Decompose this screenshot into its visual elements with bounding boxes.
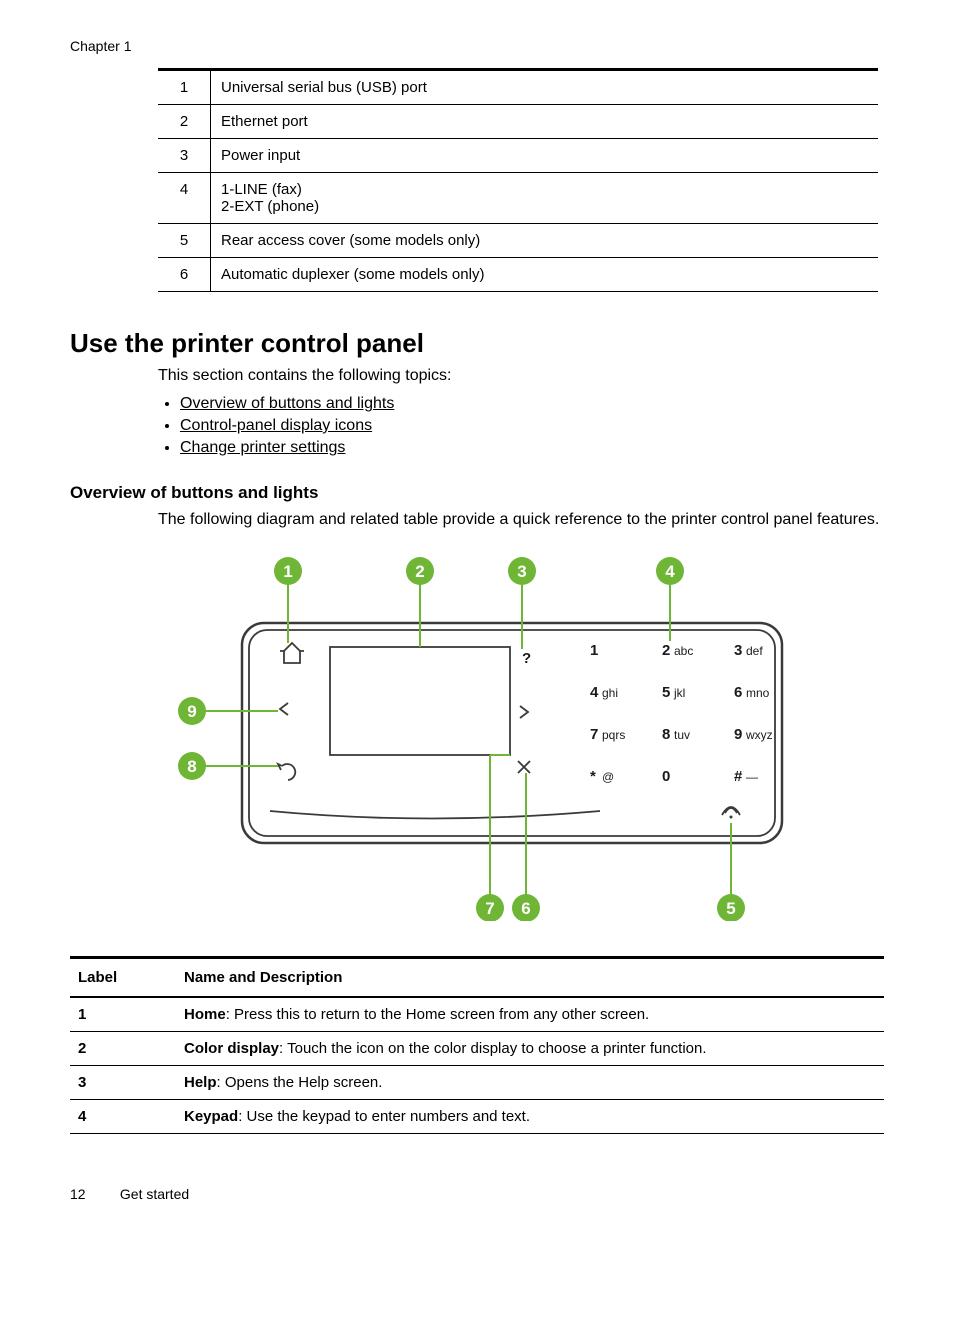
port-desc: 1-LINE (fax)2-EXT (phone) — [211, 173, 879, 224]
topic-link[interactable]: Control-panel display icons — [180, 417, 372, 434]
right-arrow-icon — [520, 706, 528, 718]
ports-table: 1Universal serial bus (USB) port2Etherne… — [158, 68, 878, 292]
keypad-key: 9 — [734, 726, 742, 743]
port-desc: Universal serial bus (USB) port — [211, 70, 879, 105]
back-arrow-icon — [280, 703, 288, 715]
control-panel-figure: ? 12abc3def4ghi5jkl6mno7pqrs8tuv9wxyz*@0… — [170, 551, 810, 926]
callout-number: 1 — [283, 562, 292, 581]
keypad-sub: @ — [602, 770, 614, 784]
topic-list: Overview of buttons and lights Control-pa… — [158, 395, 884, 457]
home-icon — [280, 643, 304, 663]
page-footer: 12 Get started — [70, 1186, 884, 1202]
keypad-sub: — — [746, 770, 758, 784]
section-intro: This section contains the following topi… — [158, 367, 884, 385]
label-desc: Home: Press this to return to the Home s… — [176, 997, 884, 1032]
help-icon: ? — [522, 650, 531, 667]
keypad-key: 8 — [662, 726, 670, 743]
page-number: 12 — [70, 1186, 116, 1202]
keypad-key: 6 — [734, 684, 742, 701]
labels-header-label: Label — [70, 957, 176, 997]
port-number: 2 — [158, 105, 211, 139]
keypad-key: 1 — [590, 642, 598, 659]
label-number: 4 — [70, 1099, 176, 1133]
section-heading: Use the printer control panel — [70, 328, 884, 359]
topic-item: Change printer settings — [180, 439, 884, 457]
callout-number: 7 — [485, 899, 494, 918]
callout-number: 4 — [665, 562, 675, 581]
port-desc: Power input — [211, 139, 879, 173]
keypad-sub: pqrs — [602, 728, 625, 742]
chapter-label: Chapter 1 — [70, 38, 884, 54]
labels-header-desc: Name and Description — [176, 957, 884, 997]
keypad-key: 0 — [662, 768, 670, 785]
topic-item: Control-panel display icons — [180, 417, 884, 435]
callout-number: 5 — [726, 899, 735, 918]
keypad-key: 4 — [590, 684, 599, 701]
port-number: 3 — [158, 139, 211, 173]
topic-item: Overview of buttons and lights — [180, 395, 884, 413]
keypad-key: # — [734, 768, 743, 785]
port-desc: Ethernet port — [211, 105, 879, 139]
keypad-key: 5 — [662, 684, 670, 701]
label-desc: Keypad: Use the keypad to enter numbers … — [176, 1099, 884, 1133]
subsection-heading: Overview of buttons and lights — [70, 483, 884, 503]
topic-link[interactable]: Overview of buttons and lights — [180, 395, 394, 412]
keypad-sub: jkl — [673, 686, 685, 700]
keypad-sub: wxyz — [745, 728, 773, 742]
subsection-desc: The following diagram and related table … — [158, 509, 884, 531]
port-desc: Rear access cover (some models only) — [211, 224, 879, 258]
callout-number: 2 — [415, 562, 424, 581]
cancel-icon — [518, 761, 530, 773]
label-number: 1 — [70, 997, 176, 1032]
port-number: 4 — [158, 173, 211, 224]
return-icon — [278, 764, 295, 780]
label-number: 3 — [70, 1065, 176, 1099]
port-number: 1 — [158, 70, 211, 105]
callout-number: 9 — [187, 702, 196, 721]
keypad-sub: ghi — [602, 686, 618, 700]
port-desc: Automatic duplexer (some models only) — [211, 258, 879, 292]
label-desc: Help: Opens the Help screen. — [176, 1065, 884, 1099]
keypad-key: 2 — [662, 642, 670, 659]
keypad-key: * — [590, 768, 596, 785]
keypad-sub: def — [746, 644, 763, 658]
callout-number: 8 — [187, 757, 196, 776]
wireless-icon — [722, 807, 740, 819]
keypad: 1 2 abc 3 def 4ghi 5jkl 6 mno 7 pqrs 8 tuv 9wxyz * @0 #— — [590, 642, 773, 785]
port-number: 5 — [158, 224, 211, 258]
keypad-sub: abc — [674, 644, 693, 658]
keypad-sub: mno — [746, 686, 770, 700]
label-number: 2 — [70, 1031, 176, 1065]
footer-title: Get started — [120, 1186, 189, 1202]
callout-number: 3 — [517, 562, 526, 581]
keypad-key: 7 — [590, 726, 598, 743]
callout-number: 6 — [521, 899, 530, 918]
keypad-key: 3 — [734, 642, 742, 659]
labels-table: Label Name and Description 1Home: Press … — [70, 956, 884, 1134]
label-desc: Color display: Touch the icon on the col… — [176, 1031, 884, 1065]
port-number: 6 — [158, 258, 211, 292]
topic-link[interactable]: Change printer settings — [180, 439, 345, 456]
keypad-sub: tuv — [674, 728, 690, 742]
